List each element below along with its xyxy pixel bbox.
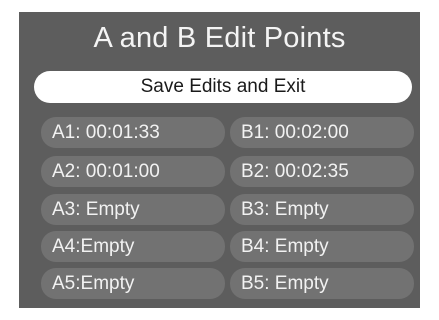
edit-point-a3[interactable]: A3: Empty bbox=[41, 194, 225, 225]
edit-point-a5[interactable]: A5:Empty bbox=[41, 268, 225, 299]
edit-point-b5[interactable]: B5: Empty bbox=[230, 268, 414, 299]
save-edits-exit-button[interactable]: Save Edits and Exit bbox=[34, 71, 412, 103]
edit-point-a4[interactable]: A4:Empty bbox=[41, 231, 225, 262]
edit-point-b2[interactable]: B2: 00:02:35 bbox=[230, 156, 414, 187]
panel-title: A and B Edit Points bbox=[93, 22, 346, 54]
edit-point-b4[interactable]: B4: Empty bbox=[230, 231, 414, 262]
edit-points-panel: A and B Edit Points Save Edits and Exit … bbox=[19, 12, 420, 308]
edit-point-b3[interactable]: B3: Empty bbox=[230, 194, 414, 225]
edit-point-a2[interactable]: A2: 00:01:00 bbox=[41, 156, 225, 187]
edit-point-a1[interactable]: A1: 00:01:33 bbox=[41, 117, 225, 148]
edit-point-b1[interactable]: B1: 00:02:00 bbox=[230, 117, 414, 148]
